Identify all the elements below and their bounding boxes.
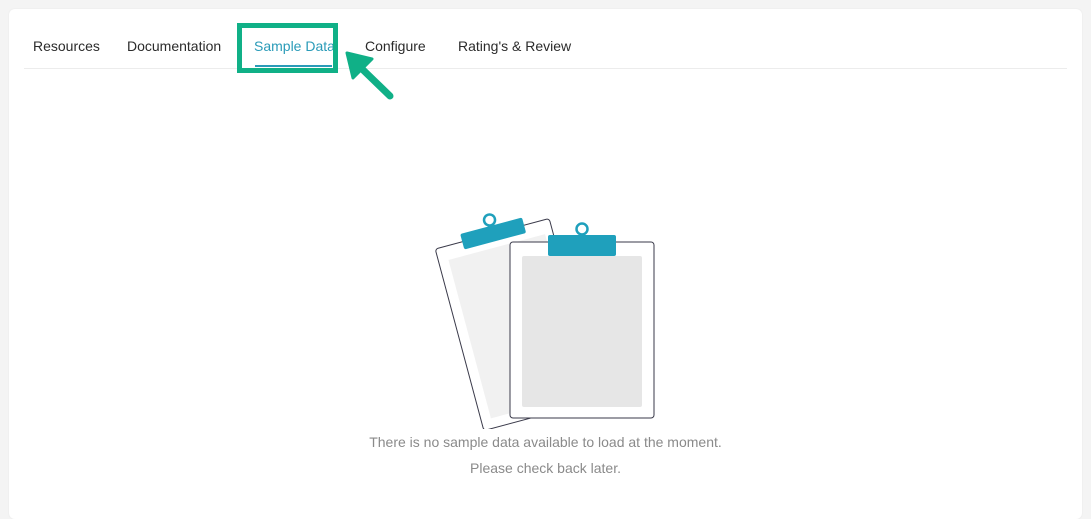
arrow-icon: [345, 51, 394, 100]
tab-bar: Resources Documentation Sample Data Conf…: [24, 9, 1067, 69]
tab-resources[interactable]: Resources: [33, 37, 100, 55]
empty-state-message: There is no sample data available to loa…: [369, 434, 722, 450]
tab-documentation[interactable]: Documentation: [127, 37, 221, 55]
tab-sample-data[interactable]: Sample Data: [254, 37, 335, 55]
content-card: Resources Documentation Sample Data Conf…: [9, 9, 1082, 519]
tab-ratings-review[interactable]: Rating's & Review: [458, 37, 571, 55]
empty-state-submessage: Please check back later.: [470, 460, 621, 476]
active-tab-indicator: [255, 65, 332, 67]
clipboard-icon: [435, 213, 655, 429]
